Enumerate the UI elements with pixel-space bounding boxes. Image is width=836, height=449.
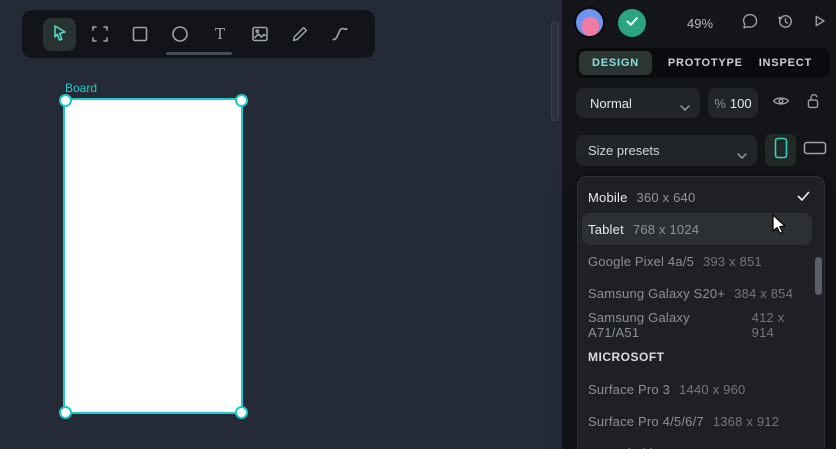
preset-dims: 393 x 851	[703, 253, 762, 269]
present-play-button[interactable]	[808, 12, 830, 34]
rectangle-tool-button[interactable]	[123, 18, 156, 51]
preset-dims: 768 x 1024	[632, 221, 700, 237]
preset-name: Google Pixel 4a/5	[588, 253, 695, 269]
rectangle-icon	[128, 22, 152, 46]
check-circle-icon	[620, 9, 644, 38]
lock-toggle[interactable]	[801, 91, 825, 115]
toolbar-drag-handle[interactable]	[166, 52, 232, 55]
percent-symbol: %	[714, 95, 726, 111]
path-tool-button[interactable]	[323, 18, 356, 51]
preset-name: Surface Pro 3	[588, 381, 671, 397]
resize-handle-top-left[interactable]	[59, 94, 72, 107]
mouse-cursor	[770, 213, 790, 241]
check-icon	[797, 190, 810, 205]
canvas-vertical-scrollbar[interactable]	[551, 21, 559, 121]
svg-text:T: T	[214, 25, 224, 43]
preset-name: Samsung Galaxy S20+	[588, 285, 726, 301]
text-tool-button[interactable]: T	[203, 18, 236, 51]
orientation-portrait-button[interactable]	[765, 134, 796, 166]
preset-name: Mobile	[588, 189, 628, 205]
chevron-down-icon	[737, 148, 747, 163]
preset-option-mobile[interactable]: Mobile 360 x 640	[578, 181, 824, 213]
board-name-label[interactable]: Board	[65, 81, 97, 95]
board-frame-icon	[88, 22, 112, 46]
preset-dims: 360 x 640	[636, 189, 696, 205]
image-icon	[248, 22, 272, 46]
right-sidebar: 49% DESIGN PROTOTYPE INSPECT Normal % 10…	[562, 0, 836, 449]
preset-option-galaxy-a71[interactable]: Samsung Galaxy A71/A51 412 x 914	[578, 309, 824, 341]
ellipse-tool-button[interactable]	[163, 18, 196, 51]
preset-option-partial[interactable]: ReMarkable	[578, 437, 824, 449]
pencil-icon	[288, 22, 312, 46]
preset-name: ReMarkable	[588, 446, 660, 449]
tab-prototype[interactable]: PROTOTYPE	[668, 57, 743, 69]
zoom-level[interactable]: 49%	[680, 16, 720, 31]
canvas[interactable]: T Board	[0, 0, 562, 449]
size-presets-select[interactable]: Size presets	[576, 135, 757, 166]
preset-name: Surface Pro 4/5/6/7	[588, 413, 704, 429]
preset-name: Samsung Galaxy A71/A51	[588, 310, 690, 340]
avatar-face	[582, 17, 599, 36]
chevron-down-icon	[680, 100, 690, 115]
resize-handle-bottom-left[interactable]	[59, 406, 72, 419]
size-presets-label: Size presets	[588, 143, 660, 158]
opacity-value: 100	[729, 95, 752, 111]
resize-handle-top-right[interactable]	[235, 94, 248, 107]
saved-status-badge	[618, 9, 646, 37]
preset-option-surface-pro-3[interactable]: Surface Pro 3 1440 x 960	[578, 373, 824, 405]
image-tool-button[interactable]	[243, 18, 276, 51]
panel-tabbar: DESIGN PROTOTYPE INSPECT	[576, 48, 830, 78]
ellipse-icon	[168, 22, 192, 46]
blend-mode-select[interactable]: Normal	[576, 88, 700, 118]
board-tool-button[interactable]	[83, 18, 116, 51]
text-tool-icon: T	[208, 22, 232, 46]
phone-landscape-icon	[802, 140, 828, 161]
opacity-input[interactable]: % 100	[708, 88, 758, 118]
curve-path-icon	[328, 22, 352, 46]
preset-dims: 412 x 914	[751, 310, 785, 340]
orientation-landscape-button[interactable]	[799, 134, 830, 166]
preset-option-galaxy-s20[interactable]: Samsung Galaxy S20+ 384 x 854	[578, 277, 824, 309]
preset-dims: 1368 x 912	[712, 413, 780, 429]
visibility-toggle[interactable]	[769, 91, 793, 115]
select-tool-button[interactable]	[43, 17, 76, 51]
history-button[interactable]	[774, 12, 796, 34]
preset-option-surface-pro-4567[interactable]: Surface Pro 4/5/6/7 1368 x 912	[578, 405, 824, 437]
preset-dims: 384 x 854	[734, 285, 794, 301]
preset-option-google-pixel[interactable]: Google Pixel 4a/5 393 x 851	[578, 245, 824, 277]
tool-toolbar: T	[22, 10, 375, 58]
preset-name: Tablet	[588, 221, 624, 237]
app-window: T Board 49% DESIGN PROTOTYPE INSPECT Nor…	[0, 0, 836, 449]
pencil-tool-button[interactable]	[283, 18, 316, 51]
blend-mode-value: Normal	[590, 95, 632, 111]
comment-bubble-icon	[739, 10, 761, 37]
dropdown-scrollbar[interactable]	[815, 257, 822, 295]
tab-inspect[interactable]: INSPECT	[759, 57, 812, 69]
resize-handle-bottom-right[interactable]	[235, 406, 248, 419]
user-avatar[interactable]	[574, 7, 605, 38]
preset-dims: 1440 x 960	[679, 381, 746, 397]
unlock-icon	[802, 90, 824, 117]
comments-button[interactable]	[739, 12, 761, 34]
board-shape[interactable]	[65, 100, 241, 412]
preset-section-microsoft: MICROSOFT	[588, 350, 665, 364]
tab-design[interactable]: DESIGN	[579, 51, 652, 75]
history-clock-icon	[774, 10, 796, 37]
phone-portrait-icon	[773, 136, 789, 165]
cursor-select-icon	[48, 22, 72, 46]
eye-icon	[770, 90, 792, 117]
play-icon	[808, 10, 830, 37]
